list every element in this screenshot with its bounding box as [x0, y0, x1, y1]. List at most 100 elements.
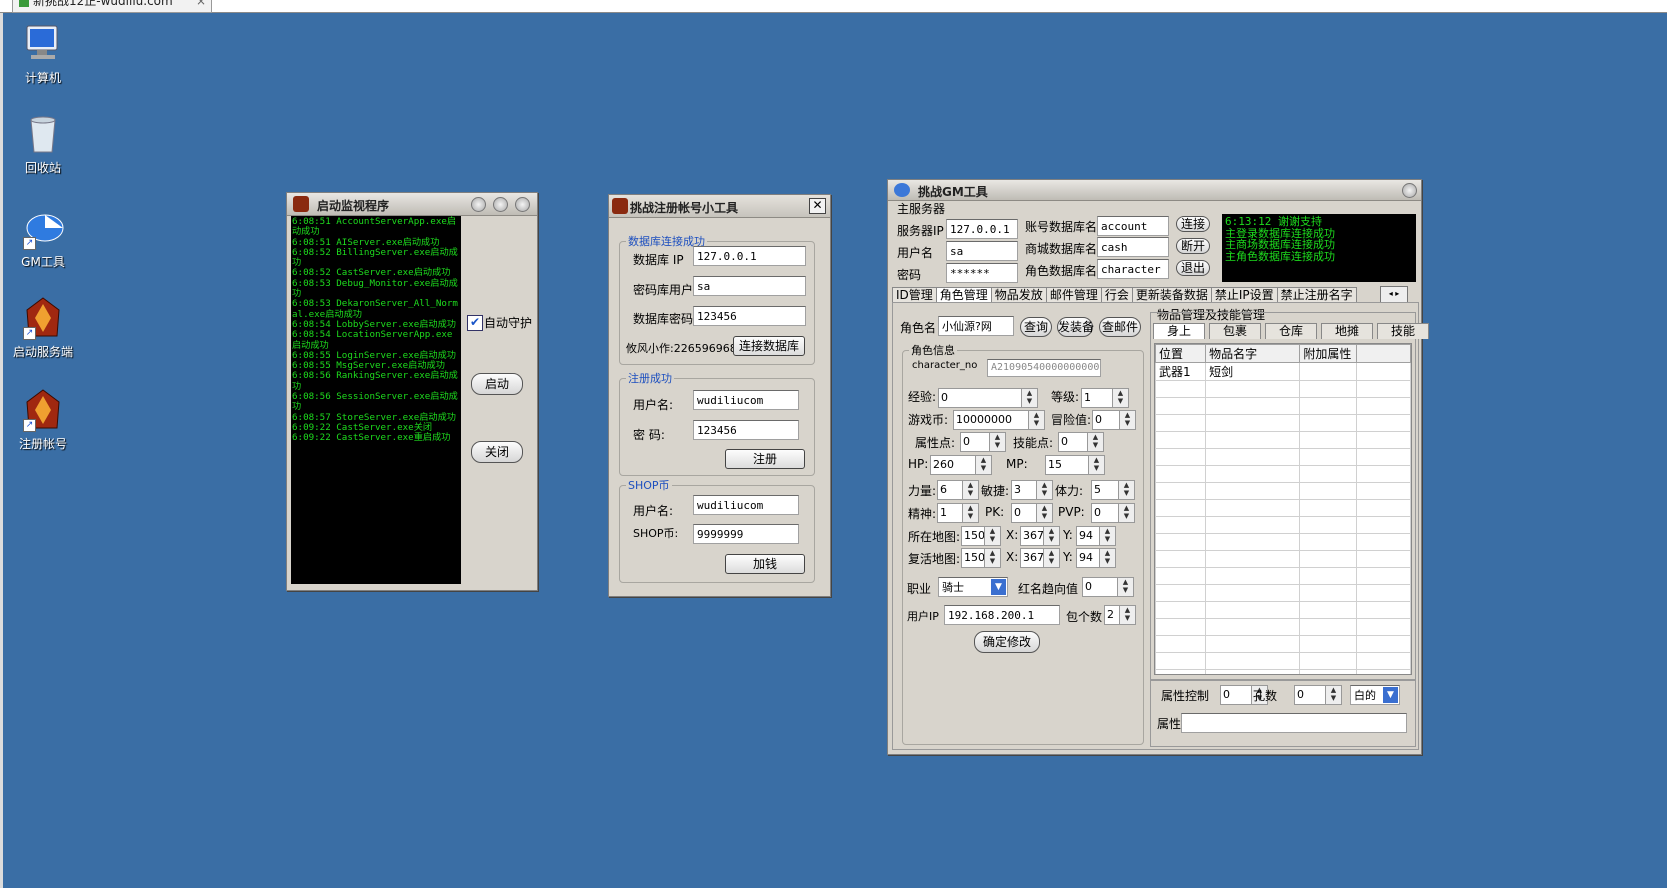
send-equip-button[interactable]: 发装备: [1057, 317, 1093, 337]
table-row[interactable]: [1156, 534, 1411, 551]
spin-arrows-icon[interactable]: ▲ ▼: [1043, 548, 1060, 568]
spin-arrows-icon[interactable]: ▲ ▼: [962, 480, 979, 500]
spin-arrows-icon[interactable]: ▲ ▼: [984, 548, 1001, 568]
table-row[interactable]: [1156, 432, 1411, 449]
start-button[interactable]: 启动: [471, 373, 523, 395]
table-row[interactable]: [1156, 517, 1411, 534]
revive-y-spinner[interactable]: 94 ▲ ▼: [1076, 548, 1116, 568]
db-ip-input[interactable]: 127.0.0.1: [693, 246, 806, 266]
check-mail-button[interactable]: 查邮件: [1099, 317, 1141, 337]
tab-7[interactable]: 禁止注册名字: [1277, 287, 1357, 303]
tab-4[interactable]: 行会: [1101, 287, 1133, 303]
table-row[interactable]: [1156, 670, 1411, 676]
revive-map-value[interactable]: 150: [961, 548, 985, 568]
tab-2[interactable]: 物品发放: [991, 287, 1047, 303]
tab-0[interactable]: ID管理: [892, 287, 937, 303]
skill-point-value[interactable]: 0: [1058, 432, 1088, 452]
connect-db-button[interactable]: 连接数据库: [733, 336, 805, 356]
spin-arrows-icon[interactable]: ▲ ▼: [1021, 388, 1038, 408]
str-value[interactable]: 6: [937, 480, 963, 500]
money-spinner[interactable]: 10000000 ▲ ▼: [953, 410, 1045, 430]
skill-point-spinner[interactable]: 0 ▲ ▼: [1058, 432, 1104, 452]
red-value-spinner[interactable]: 0 ▲ ▼: [1082, 577, 1134, 597]
table-row[interactable]: [1156, 653, 1411, 670]
spin-arrows-icon[interactable]: ▲ ▼: [1112, 388, 1129, 408]
column-header[interactable]: 附加属性: [1300, 345, 1357, 363]
spin-arrows-icon[interactable]: ▲ ▼: [1099, 526, 1116, 546]
column-header[interactable]: 位置: [1156, 345, 1206, 363]
spin-arrows-icon[interactable]: ▲ ▼: [1028, 410, 1045, 430]
column-header[interactable]: [1357, 345, 1411, 363]
pvp-value[interactable]: 0: [1091, 503, 1119, 523]
revive-x-value[interactable]: 367: [1020, 548, 1044, 568]
spi-spinner[interactable]: 1 ▲ ▼: [937, 503, 979, 523]
map-y-value[interactable]: 94: [1076, 526, 1100, 546]
map-spinner[interactable]: 150 ▲ ▼: [961, 526, 1001, 546]
desktop-icon-recycle-bin[interactable]: 回收站: [3, 112, 83, 176]
db-user-input[interactable]: sa: [693, 276, 806, 296]
spin-arrows-icon[interactable]: ▲ ▼: [1087, 432, 1104, 452]
money-value[interactable]: 10000000: [953, 410, 1029, 430]
spin-arrows-icon[interactable]: ▲ ▼: [1117, 577, 1134, 597]
spin-arrows-icon[interactable]: ▲ ▼: [989, 432, 1006, 452]
spin-arrows-icon[interactable]: ▲ ▼: [1036, 480, 1053, 500]
table-row[interactable]: [1156, 415, 1411, 432]
table-row[interactable]: [1156, 381, 1411, 398]
column-header[interactable]: 物品名字: [1206, 345, 1300, 363]
db-pass-input[interactable]: 123456: [693, 306, 806, 326]
register-button[interactable]: 注册: [725, 449, 805, 469]
vit-value[interactable]: 5: [1091, 480, 1119, 500]
desktop-icon-register[interactable]: ↗ 注册帐号: [3, 388, 83, 452]
table-row[interactable]: [1156, 551, 1411, 568]
maximize-button[interactable]: [493, 197, 508, 212]
password-input[interactable]: 123456: [693, 420, 799, 440]
close-button[interactable]: [1402, 183, 1417, 198]
pvp-spinner[interactable]: 0 ▲ ▼: [1091, 503, 1135, 523]
disconnect-button[interactable]: 断开: [1176, 238, 1210, 254]
char-db-input[interactable]: character: [1097, 259, 1169, 279]
table-row[interactable]: [1156, 568, 1411, 585]
prop-input[interactable]: [1181, 713, 1407, 733]
level-spinner[interactable]: 1 ▲ ▼: [1081, 388, 1129, 408]
table-row[interactable]: [1156, 466, 1411, 483]
tab-6[interactable]: 禁止IP设置: [1211, 287, 1278, 303]
tab-scroll-arrows[interactable]: ◂ ▸: [1380, 286, 1408, 303]
dropdown-icon[interactable]: ▼: [1383, 687, 1398, 703]
pk-value[interactable]: 0: [1011, 503, 1037, 523]
tab-5[interactable]: 更新装备数据: [1132, 287, 1212, 303]
str-spinner[interactable]: 6 ▲ ▼: [937, 480, 979, 500]
mp-spinner[interactable]: 15 ▲ ▼: [1045, 455, 1105, 475]
desktop-icon-gm-tool[interactable]: ↗ GM工具: [3, 206, 83, 270]
shop-user-input[interactable]: wudiliucom: [693, 495, 799, 515]
table-row[interactable]: [1156, 500, 1411, 517]
table-row[interactable]: [1156, 619, 1411, 636]
adventure-spinner[interactable]: 0 ▲ ▼: [1092, 410, 1136, 430]
revive-map-spinner[interactable]: 150 ▲ ▼: [961, 548, 1001, 568]
attr-spinner[interactable]: 0 ▲ ▼: [960, 432, 1006, 452]
table-row[interactable]: [1156, 483, 1411, 500]
spin-arrows-icon[interactable]: ▲ ▼: [1099, 548, 1116, 568]
gm-titlebar[interactable]: 挑战GM工具: [888, 180, 1421, 201]
register-titlebar[interactable]: 挑战注册帐号小工具 ✕: [609, 195, 830, 218]
spin-arrows-icon[interactable]: ▲ ▼: [975, 455, 992, 475]
table-row[interactable]: [1156, 398, 1411, 415]
desktop-icon-computer[interactable]: 计算机: [3, 22, 83, 86]
spin-arrows-icon[interactable]: ▲ ▼: [1118, 503, 1135, 523]
username-input[interactable]: wudiliucom: [693, 390, 799, 410]
revive-x-spinner[interactable]: 367 ▲ ▼: [1020, 548, 1060, 568]
map-y-spinner[interactable]: 94 ▲ ▼: [1076, 526, 1116, 546]
close-icon[interactable]: ✕: [809, 198, 826, 214]
spin-arrows-icon[interactable]: ▲ ▼: [1119, 605, 1136, 625]
dropdown-icon[interactable]: ▼: [991, 579, 1006, 595]
agi-spinner[interactable]: 3 ▲ ▼: [1011, 480, 1053, 500]
auto-guard-checkbox[interactable]: ✔: [467, 315, 483, 331]
item-tab-2[interactable]: 仓库: [1265, 323, 1317, 339]
adventure-value[interactable]: 0: [1092, 410, 1120, 430]
spin-arrows-icon[interactable]: ▲ ▼: [1118, 480, 1135, 500]
add-money-button[interactable]: 加钱: [725, 554, 805, 574]
color-select[interactable]: 白的 ▼: [1350, 685, 1400, 705]
table-row[interactable]: [1156, 636, 1411, 653]
server-ip-input[interactable]: 127.0.0.1: [946, 219, 1018, 239]
revive-y-value[interactable]: 94: [1076, 548, 1100, 568]
spin-arrows-icon[interactable]: ▲ ▼: [984, 526, 1001, 546]
